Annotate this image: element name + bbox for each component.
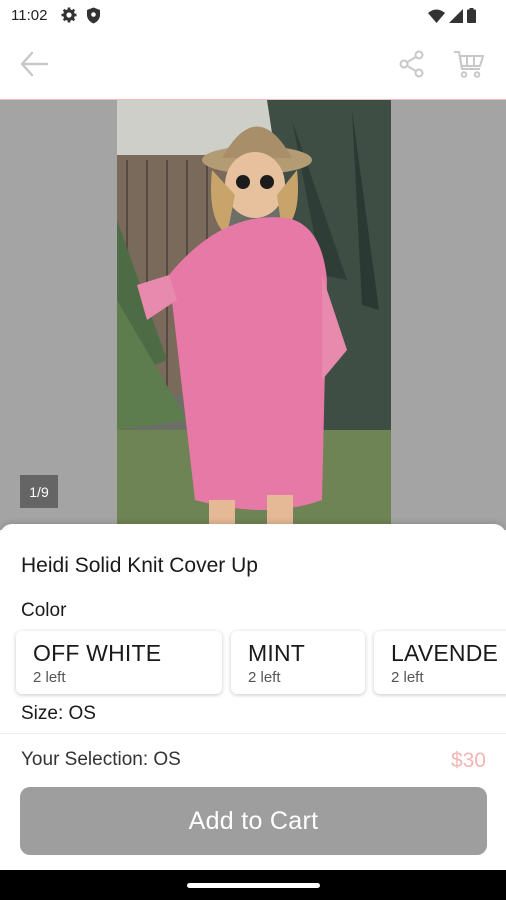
cart-icon bbox=[453, 49, 485, 84]
wifi-icon bbox=[428, 9, 445, 28]
selection-summary: Your Selection: OS bbox=[21, 749, 181, 770]
price: $30 bbox=[450, 749, 486, 772]
add-to-cart-button[interactable]: Add to Cart bbox=[20, 787, 487, 855]
battery-icon bbox=[467, 8, 476, 28]
product-image-gallery[interactable]: 1/9 bbox=[0, 100, 506, 530]
home-handle[interactable] bbox=[187, 883, 320, 888]
shield-icon bbox=[86, 7, 101, 29]
color-option-name: LAVENDE bbox=[391, 640, 499, 666]
app-bar bbox=[0, 32, 506, 100]
color-option-name: OFF WHITE bbox=[33, 640, 162, 666]
status-time: 11:02 bbox=[11, 7, 48, 24]
product-title: Heidi Solid Knit Cover Up bbox=[21, 554, 258, 577]
color-option-mint[interactable]: MINT 2 left bbox=[231, 631, 365, 694]
arrow-left-icon bbox=[19, 51, 49, 82]
color-option-off-white[interactable]: OFF WHITE 2 left bbox=[16, 631, 222, 694]
size-label: Size: OS bbox=[21, 703, 96, 724]
share-icon bbox=[399, 50, 425, 83]
color-option-lavender[interactable]: LAVENDE 2 left bbox=[374, 631, 506, 694]
status-right-icons bbox=[428, 8, 476, 28]
cart-button[interactable] bbox=[450, 49, 488, 83]
color-options: OFF WHITE 2 left MINT 2 left LAVENDE 2 l… bbox=[0, 628, 506, 698]
divider bbox=[0, 733, 506, 734]
color-option-stock: 2 left bbox=[391, 669, 424, 686]
status-left-icons bbox=[61, 7, 101, 29]
status-bar: 11:02 bbox=[0, 0, 506, 32]
share-button[interactable] bbox=[394, 49, 430, 83]
color-option-stock: 2 left bbox=[248, 669, 281, 686]
page-indicator: 1/9 bbox=[20, 475, 58, 508]
color-option-name: MINT bbox=[248, 640, 306, 666]
color-option-stock: 2 left bbox=[33, 669, 66, 686]
product-detail-sheet: Heidi Solid Knit Cover Up Color OFF WHIT… bbox=[0, 524, 506, 870]
product-photo bbox=[117, 100, 391, 530]
color-label: Color bbox=[21, 600, 67, 621]
gear-icon bbox=[61, 7, 77, 29]
signal-icon bbox=[449, 8, 463, 28]
system-nav-bar bbox=[0, 870, 506, 900]
back-button[interactable] bbox=[16, 49, 52, 83]
